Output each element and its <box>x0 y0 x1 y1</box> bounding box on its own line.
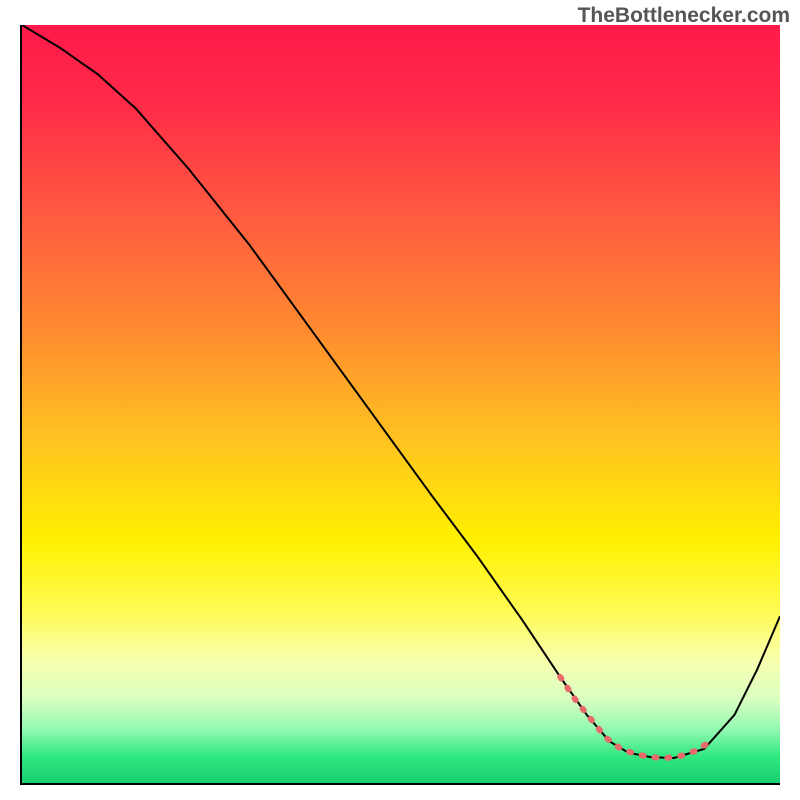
watermark-text: TheBottlenecker.com <box>578 4 790 28</box>
gradient-background <box>22 25 780 783</box>
chart-svg <box>22 25 780 783</box>
chart-plot-area <box>20 25 780 785</box>
